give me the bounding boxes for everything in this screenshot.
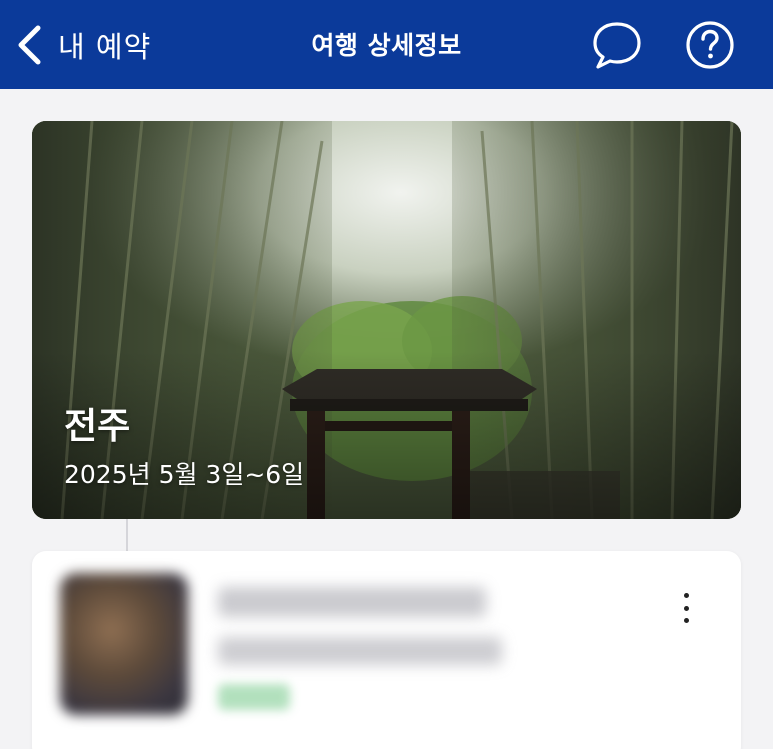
booking-details-redacted (218, 637, 502, 665)
more-vertical-icon[interactable] (672, 591, 700, 625)
trip-dates: 2025년 5월 3일~6일 (64, 460, 305, 489)
timeline-connector (126, 519, 128, 551)
back-button[interactable]: 내 예약 (14, 22, 151, 68)
page-title: 여행 상세정보 (311, 31, 462, 60)
trip-hero-card[interactable]: 전주 2025년 5월 3일~6일 (32, 121, 741, 519)
chevron-left-icon (18, 25, 41, 65)
booking-thumbnail (60, 573, 188, 715)
help-button[interactable] (684, 19, 736, 71)
trip-city: 전주 (64, 406, 131, 447)
top-app-bar: 내 예약 여행 상세정보 (0, 0, 773, 89)
back-label: 내 예약 (58, 30, 152, 64)
booking-title-redacted (218, 587, 486, 617)
help-circle-icon (686, 21, 734, 69)
booking-card[interactable] (32, 551, 741, 749)
chat-button[interactable] (591, 19, 643, 71)
chat-bubble-icon (593, 22, 641, 69)
status-badge-redacted (218, 684, 290, 710)
